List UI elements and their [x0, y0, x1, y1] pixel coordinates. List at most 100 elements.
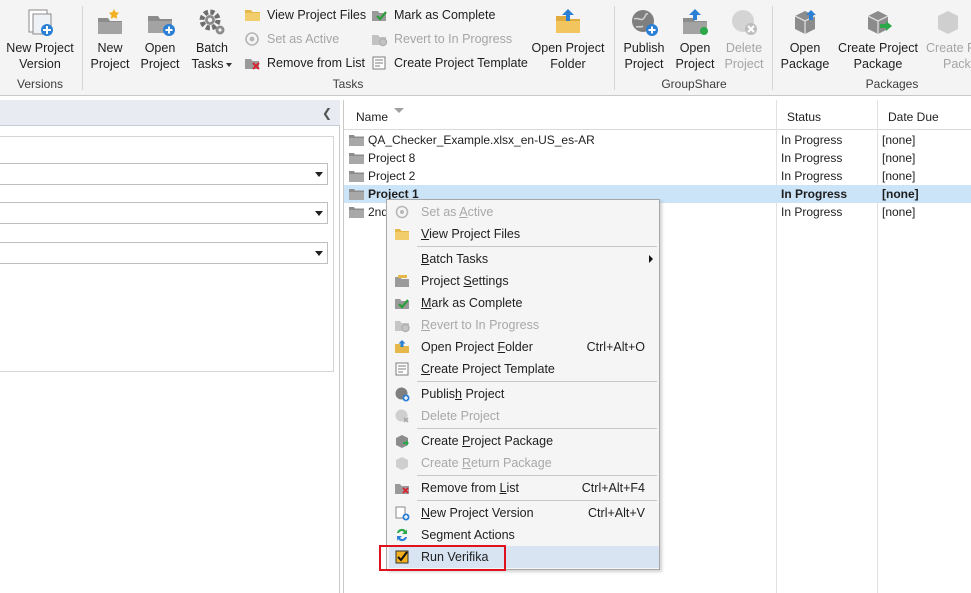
annotation-highlight-box — [379, 545, 506, 571]
project-settings-icon — [395, 275, 409, 287]
menu-item-batch-tasks[interactable]: Batch Tasks — [389, 248, 659, 270]
menu-item-revert-to-in-progress[interactable]: Revert to In Progress — [389, 314, 659, 336]
open-package-label-1: Open — [789, 41, 821, 55]
new-project-version-button[interactable]: New Project Version — [4, 6, 76, 72]
batch-tasks-button[interactable]: Batch Tasks — [188, 6, 236, 72]
menu-item-label: Project Settings — [421, 274, 509, 288]
create-return-label-1: Create R — [926, 41, 971, 55]
menu-item-view-project-files[interactable]: View Project Files — [389, 223, 659, 245]
project-status: In Progress — [781, 205, 843, 219]
filter-dropdown-3[interactable] — [0, 242, 328, 264]
left-panel: ❮ — [0, 100, 340, 593]
ribbon-separator — [82, 6, 83, 90]
menu-item-label: New Project Version — [421, 506, 534, 520]
menu-item-publish-project[interactable]: Publish Project — [389, 383, 659, 405]
open-folder-icon — [395, 340, 409, 353]
mark-as-complete-button[interactable]: Mark as Complete — [371, 5, 495, 25]
versions-group-label: Versions — [16, 77, 64, 91]
open-groupshare-label-1: Open — [679, 41, 711, 55]
menu-item-label: Delete Project — [421, 409, 500, 423]
menu-separator — [417, 428, 657, 429]
delete-globe-icon — [395, 409, 409, 423]
set-as-active-button[interactable]: Set as Active — [244, 29, 339, 49]
menu-item-shortcut: Ctrl+Alt+O — [586, 340, 645, 354]
folder-icon — [245, 10, 260, 21]
create-package-icon — [396, 435, 409, 448]
return-package-icon — [396, 457, 408, 470]
menu-separator — [417, 475, 657, 476]
globe-icon — [632, 10, 658, 36]
menu-item-project-settings[interactable]: Project Settings — [389, 270, 659, 292]
menu-item-mark-as-complete[interactable]: Mark as Complete — [389, 292, 659, 314]
delete-project-label-2: Project — [724, 57, 764, 71]
create-project-template-button[interactable]: Create Project Template — [371, 53, 528, 73]
mark-as-complete-label: Mark as Complete — [394, 8, 496, 22]
menu-item-new-project-version[interactable]: New Project Version Ctrl+Alt+V — [389, 502, 659, 524]
menu-item-create-project-package[interactable]: Create Project Package — [389, 430, 659, 452]
open-project-folder-button[interactable]: Open Project Folder — [530, 6, 606, 72]
column-header-status[interactable]: Status — [777, 100, 877, 130]
view-project-files-button[interactable]: View Project Files — [244, 5, 366, 25]
open-folder-icon — [556, 9, 580, 33]
open-project-icon — [148, 16, 175, 36]
groupshare-group-label: GroupShare — [661, 77, 727, 91]
open-package-button[interactable]: Open Package — [776, 6, 834, 72]
publish-project-label-1: Publish — [623, 41, 665, 55]
remove-from-list-button[interactable]: Remove from List — [244, 53, 365, 73]
column-name-label: Name — [356, 110, 389, 124]
table-row[interactable]: Project 8 In Progress [none] — [344, 149, 971, 167]
project-name: Project 2 — [368, 169, 416, 183]
submenu-arrow-icon — [649, 255, 653, 263]
collapse-left-panel-icon[interactable]: ❮ — [322, 106, 332, 120]
chevron-down-icon — [315, 251, 323, 256]
create-project-package-button[interactable]: Create Project Package — [838, 6, 918, 72]
table-row[interactable]: QA_Checker_Example.xlsx_en-US_es-AR In P… — [344, 131, 971, 149]
menu-separator — [417, 246, 657, 247]
menu-item-label: Revert to In Progress — [421, 318, 540, 332]
project-folder-icon — [349, 207, 364, 218]
project-status: In Progress — [781, 169, 843, 183]
target-icon — [245, 32, 259, 46]
menu-item-set-as-active[interactable]: Set as Active — [389, 201, 659, 223]
menu-item-shortcut: Ctrl+Alt+F4 — [581, 481, 645, 495]
revert-to-in-progress-button[interactable]: Revert to In Progress — [371, 29, 512, 49]
chevron-down-icon — [315, 172, 323, 177]
menu-item-segment-actions[interactable]: Segment Actions — [389, 524, 659, 546]
delete-project-button[interactable]: Delete Project — [721, 6, 767, 72]
project-folder-icon — [349, 135, 364, 146]
packages-group-label: Packages — [865, 77, 919, 91]
delete-globe-icon — [732, 10, 757, 35]
open-project-label-1: Open — [144, 41, 176, 55]
remove-from-list-label: Remove from List — [267, 56, 365, 70]
menu-item-delete-project[interactable]: Delete Project — [389, 405, 659, 427]
menu-item-label: Remove from List — [421, 481, 519, 495]
menu-item-open-project-folder[interactable]: Open Project Folder Ctrl+Alt+O — [389, 336, 659, 358]
create-package-label-2: Package — [853, 57, 903, 71]
batch-tasks-label-2: Tasks — [191, 57, 224, 71]
mark-complete-icon — [395, 299, 409, 309]
tasks-group-label: Tasks — [332, 77, 364, 91]
project-folder-icon — [349, 171, 364, 182]
view-project-files-label: View Project Files — [267, 8, 367, 22]
project-status: In Progress — [781, 133, 843, 147]
open-project-button[interactable]: Open Project — [136, 6, 184, 72]
new-project-button[interactable]: New Project — [88, 6, 132, 72]
filter-dropdown-2[interactable] — [0, 202, 328, 224]
column-header-name[interactable]: Name — [346, 100, 776, 130]
menu-item-create-project-template[interactable]: Create Project Template — [389, 358, 659, 380]
context-menu: Set as Active View Project Files Batch T… — [386, 199, 660, 570]
filter-dropdown-1[interactable] — [0, 163, 328, 185]
ribbon-separator — [772, 6, 773, 90]
table-row[interactable]: Project 2 In Progress [none] — [344, 167, 971, 185]
open-groupshare-project-button[interactable]: Open Project — [672, 6, 718, 72]
column-header-date-due[interactable]: Date Due — [878, 100, 971, 130]
menu-item-label: Set as Active — [421, 205, 494, 219]
menu-item-label: Create Project Template — [421, 362, 555, 376]
publish-project-button[interactable]: Publish Project — [620, 6, 668, 72]
create-return-package-button[interactable]: Create R Pack — [926, 6, 971, 72]
menu-item-create-return-package[interactable]: Create Return Package — [389, 452, 659, 474]
open-project-folder-label-1: Open Project — [531, 41, 605, 55]
open-server-project-icon — [683, 9, 708, 35]
menu-item-remove-from-list[interactable]: Remove from List Ctrl+Alt+F4 — [389, 477, 659, 499]
ribbon-separator — [614, 6, 615, 90]
